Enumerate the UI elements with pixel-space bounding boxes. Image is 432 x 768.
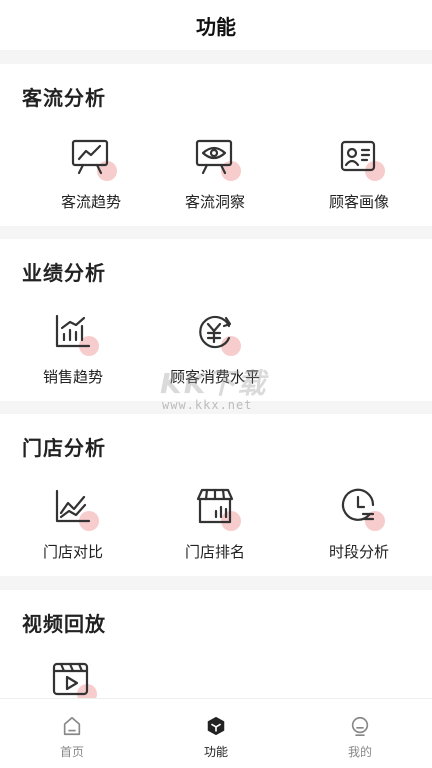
- tab-label: 功能: [203, 745, 228, 759]
- item-sales-trend[interactable]: 销售趋势: [13, 310, 133, 387]
- cube-icon: [207, 716, 225, 736]
- tab-mine[interactable]: 我的: [288, 699, 432, 768]
- clock-icon: [337, 485, 385, 531]
- tab-functions[interactable]: 功能: [144, 699, 288, 768]
- item-traffic-insight[interactable]: 客流洞察: [155, 135, 275, 212]
- tab-home[interactable]: 首页: [0, 699, 144, 768]
- item-label: 客流趋势: [60, 193, 121, 211]
- item-store-ranking[interactable]: 门店排名: [155, 485, 275, 562]
- user-icon: [351, 716, 369, 736]
- section-video-playback: 视频回放: [0, 590, 432, 704]
- section-title: 客流分析: [22, 86, 106, 110]
- tab-label: 首页: [59, 745, 84, 759]
- store-rank-icon: [193, 485, 241, 531]
- page-title: 功能: [196, 14, 236, 39]
- item-label: 门店排名: [184, 543, 245, 561]
- item-time-analysis[interactable]: 时段分析: [299, 485, 419, 562]
- section-title: 视频回放: [22, 612, 106, 636]
- section-title: 业绩分析: [22, 261, 106, 285]
- video-play-icon: [49, 658, 97, 704]
- home-icon: [63, 716, 81, 736]
- section-title: 门店分析: [22, 436, 106, 460]
- section-traffic-analysis: 客流分析 客流趋势 客流洞察 顾客画像: [0, 64, 432, 226]
- chart-board-icon: [69, 135, 117, 181]
- tab-label: 我的: [347, 745, 372, 759]
- item-label: 门店对比: [42, 543, 103, 561]
- eye-board-icon: [193, 135, 241, 181]
- item-consumption-level[interactable]: 顾客消费水平: [155, 310, 275, 387]
- yen-cycle-icon: [193, 310, 241, 356]
- line-chart-icon: [51, 485, 99, 531]
- section-performance-analysis: 业绩分析 销售趋势 顾客消费水平: [0, 239, 432, 401]
- item-label: 客流洞察: [184, 193, 245, 211]
- item-label: 时段分析: [328, 543, 389, 561]
- item-video-playback[interactable]: [11, 658, 131, 704]
- bottom-tabbar: 首页 功能 我的: [0, 698, 432, 768]
- item-label: 顾客画像: [328, 193, 389, 211]
- header: 功能: [0, 0, 432, 50]
- item-label: 销售趋势: [42, 368, 103, 386]
- section-store-analysis: 门店分析 门店对比 门店排名 时段分析: [0, 414, 432, 576]
- item-traffic-trend[interactable]: 客流趋势: [31, 135, 151, 212]
- item-label: 顾客消费水平: [169, 368, 260, 386]
- bar-chart-icon: [51, 310, 99, 356]
- item-store-compare[interactable]: 门店对比: [13, 485, 133, 562]
- item-customer-profile[interactable]: 顾客画像: [299, 135, 419, 212]
- profile-card-icon: [337, 135, 385, 181]
